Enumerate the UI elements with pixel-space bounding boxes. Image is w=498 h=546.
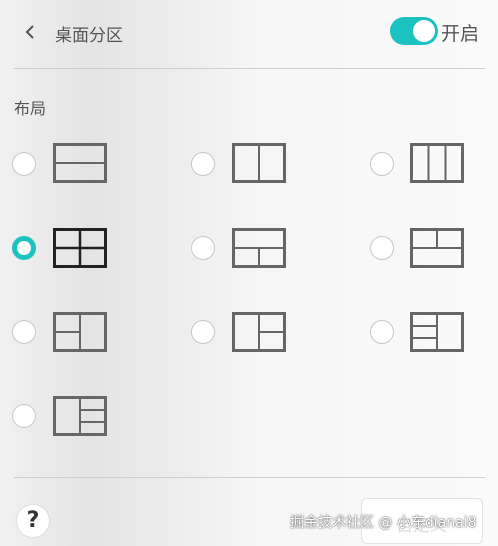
layout-two-columns-icon[interactable] xyxy=(232,143,286,183)
layout-radio-two-rows[interactable] xyxy=(12,152,36,176)
help-button[interactable]: ? xyxy=(17,505,49,537)
layout-radio-left-full-right-split[interactable] xyxy=(191,320,215,344)
page-title: 桌面分区 xyxy=(55,26,123,46)
layout-top-split-bottom-full-icon[interactable] xyxy=(410,228,464,268)
layout-quad-grid-icon[interactable] xyxy=(53,228,107,268)
layout-radio-left-full-right-three-rows[interactable] xyxy=(12,404,36,428)
layout-radio-left-three-rows-right-full[interactable] xyxy=(370,320,394,344)
layout-radio-quad-grid[interactable] xyxy=(12,236,36,260)
divider-top xyxy=(14,68,485,69)
chevron-left-icon xyxy=(25,25,34,39)
layout-two-rows-icon[interactable] xyxy=(53,143,107,183)
layout-radio-left-split-right-full[interactable] xyxy=(12,320,36,344)
toggle-knob xyxy=(413,20,435,42)
layout-three-columns-icon[interactable] xyxy=(410,143,464,183)
layout-left-split-right-full-icon[interactable] xyxy=(53,312,107,352)
layout-radio-three-columns[interactable] xyxy=(370,152,394,176)
section-title-layout: 布局 xyxy=(14,99,47,118)
enable-toggle[interactable] xyxy=(390,17,438,45)
custom-button[interactable]: 自定义 xyxy=(361,498,483,544)
layout-radio-top-split-bottom-full[interactable] xyxy=(370,236,394,260)
layout-top-full-bottom-split-icon[interactable] xyxy=(232,228,286,268)
header: 桌面分区 开启 xyxy=(0,0,498,68)
divider-bottom xyxy=(14,477,485,478)
toggle-label: 开启 xyxy=(441,23,480,45)
custom-button-label: 自定义 xyxy=(396,516,447,536)
question-mark-icon: ? xyxy=(26,508,40,533)
layout-left-full-right-split-icon[interactable] xyxy=(232,312,286,352)
back-button[interactable] xyxy=(18,18,42,46)
layout-radio-top-full-bottom-split[interactable] xyxy=(191,236,215,260)
layout-left-full-right-three-rows-icon[interactable] xyxy=(53,396,107,436)
layout-left-three-rows-right-full-icon[interactable] xyxy=(410,312,464,352)
layout-radio-two-columns[interactable] xyxy=(191,152,215,176)
